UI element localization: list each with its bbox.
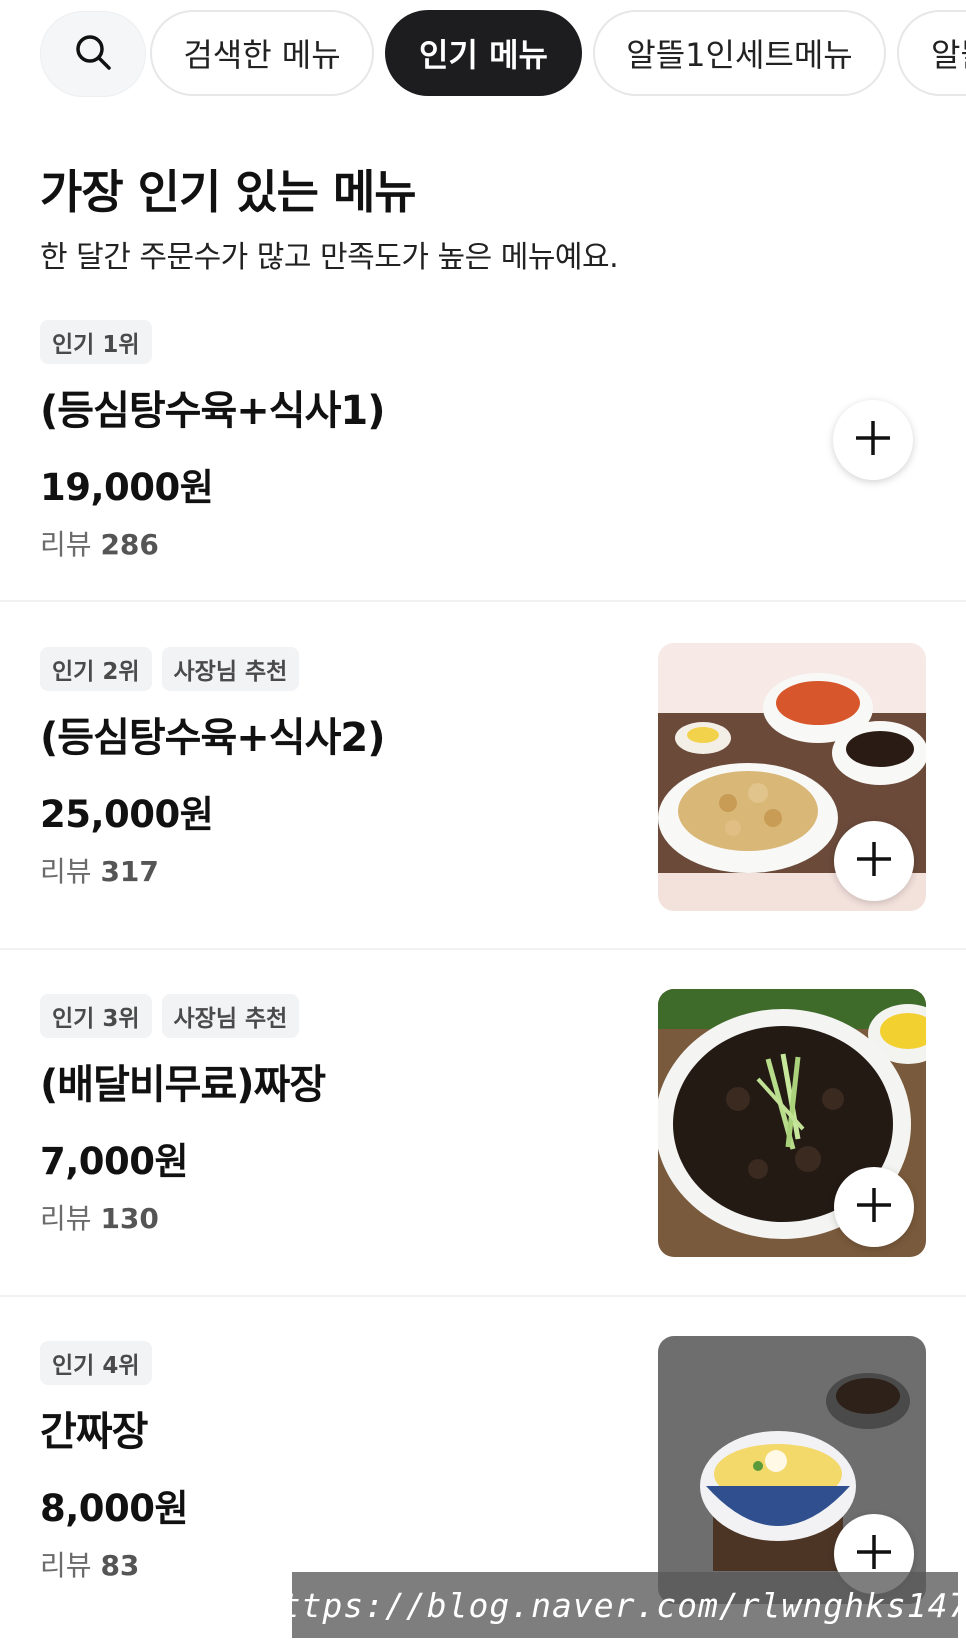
menu-item-photo[interactable] [658,1336,926,1604]
badge-group: 인기 4위 [40,1341,152,1385]
item-divider [0,948,966,950]
review-label: 리뷰 [40,528,92,561]
chip-single-set-menu[interactable]: 알뜰1인세트메뉴 [593,10,886,96]
rank-badge: 인기 2위 [40,647,152,691]
add-to-cart-button[interactable] [834,821,914,901]
item-divider [0,1295,966,1297]
rank-badge: 인기 3위 [40,994,152,1038]
search-icon [73,32,113,76]
menu-item-price: 8,000원 [40,1487,189,1530]
plus-icon [854,1185,894,1229]
menu-item-photo[interactable] [658,989,926,1257]
plus-icon [853,418,893,462]
rank-badge: 인기 4위 [40,1341,152,1385]
blog-watermark: https://blog.naver.com/rlwnghks1477 [260,1572,966,1638]
add-to-cart-button[interactable] [833,400,913,480]
menu-category-bar: 검색한 메뉴 인기 메뉴 알뜰1인세트메뉴 알뜰 [0,0,966,110]
menu-item-reviews: 리뷰 130 [40,1197,159,1237]
menu-item-price: 7,000원 [40,1140,189,1183]
section-subtitle: 한 달간 주문수가 많고 만족도가 높은 메뉴예요. [40,240,619,275]
review-count: 83 [100,1549,140,1582]
menu-item-name: (등심탕수육+식사1) [40,388,386,434]
menu-item-reviews: 리뷰 286 [40,523,159,563]
add-to-cart-button[interactable] [834,1167,914,1247]
menu-item-reviews: 리뷰 83 [40,1544,139,1584]
section-title: 가장 인기 있는 메뉴 [40,165,417,219]
review-count: 130 [100,1202,159,1235]
review-count: 286 [100,528,159,561]
badge-group: 인기 1위 [40,320,152,364]
menu-item-name: (배달비무료)짜장 [40,1062,326,1108]
badge-group: 인기 3위 사장님 추천 [40,994,300,1038]
menu-item-reviews: 리뷰 317 [40,850,159,890]
plus-icon [854,1532,894,1576]
search-button[interactable] [40,11,146,97]
rank-badge: 인기 1위 [40,320,152,364]
chip-searched-menu[interactable]: 검색한 메뉴 [150,10,374,96]
plus-icon [854,839,894,883]
review-count: 317 [100,855,159,888]
review-label: 리뷰 [40,1202,92,1235]
review-label: 리뷰 [40,855,92,888]
menu-item-price: 25,000원 [40,793,214,836]
menu-item-photo[interactable] [658,643,926,911]
menu-item-price: 19,000원 [40,466,214,509]
owner-pick-badge: 사장님 추천 [161,647,300,691]
owner-pick-badge: 사장님 추천 [161,994,300,1038]
badge-group: 인기 2위 사장님 추천 [40,647,300,691]
chip-more[interactable]: 알뜰 [897,10,966,96]
review-label: 리뷰 [40,1549,92,1582]
menu-item-name: (등심탕수육+식사2) [40,715,386,761]
item-divider [0,600,966,602]
menu-item-name: 간짜장 [40,1409,148,1455]
chip-popular-menu[interactable]: 인기 메뉴 [385,10,582,96]
